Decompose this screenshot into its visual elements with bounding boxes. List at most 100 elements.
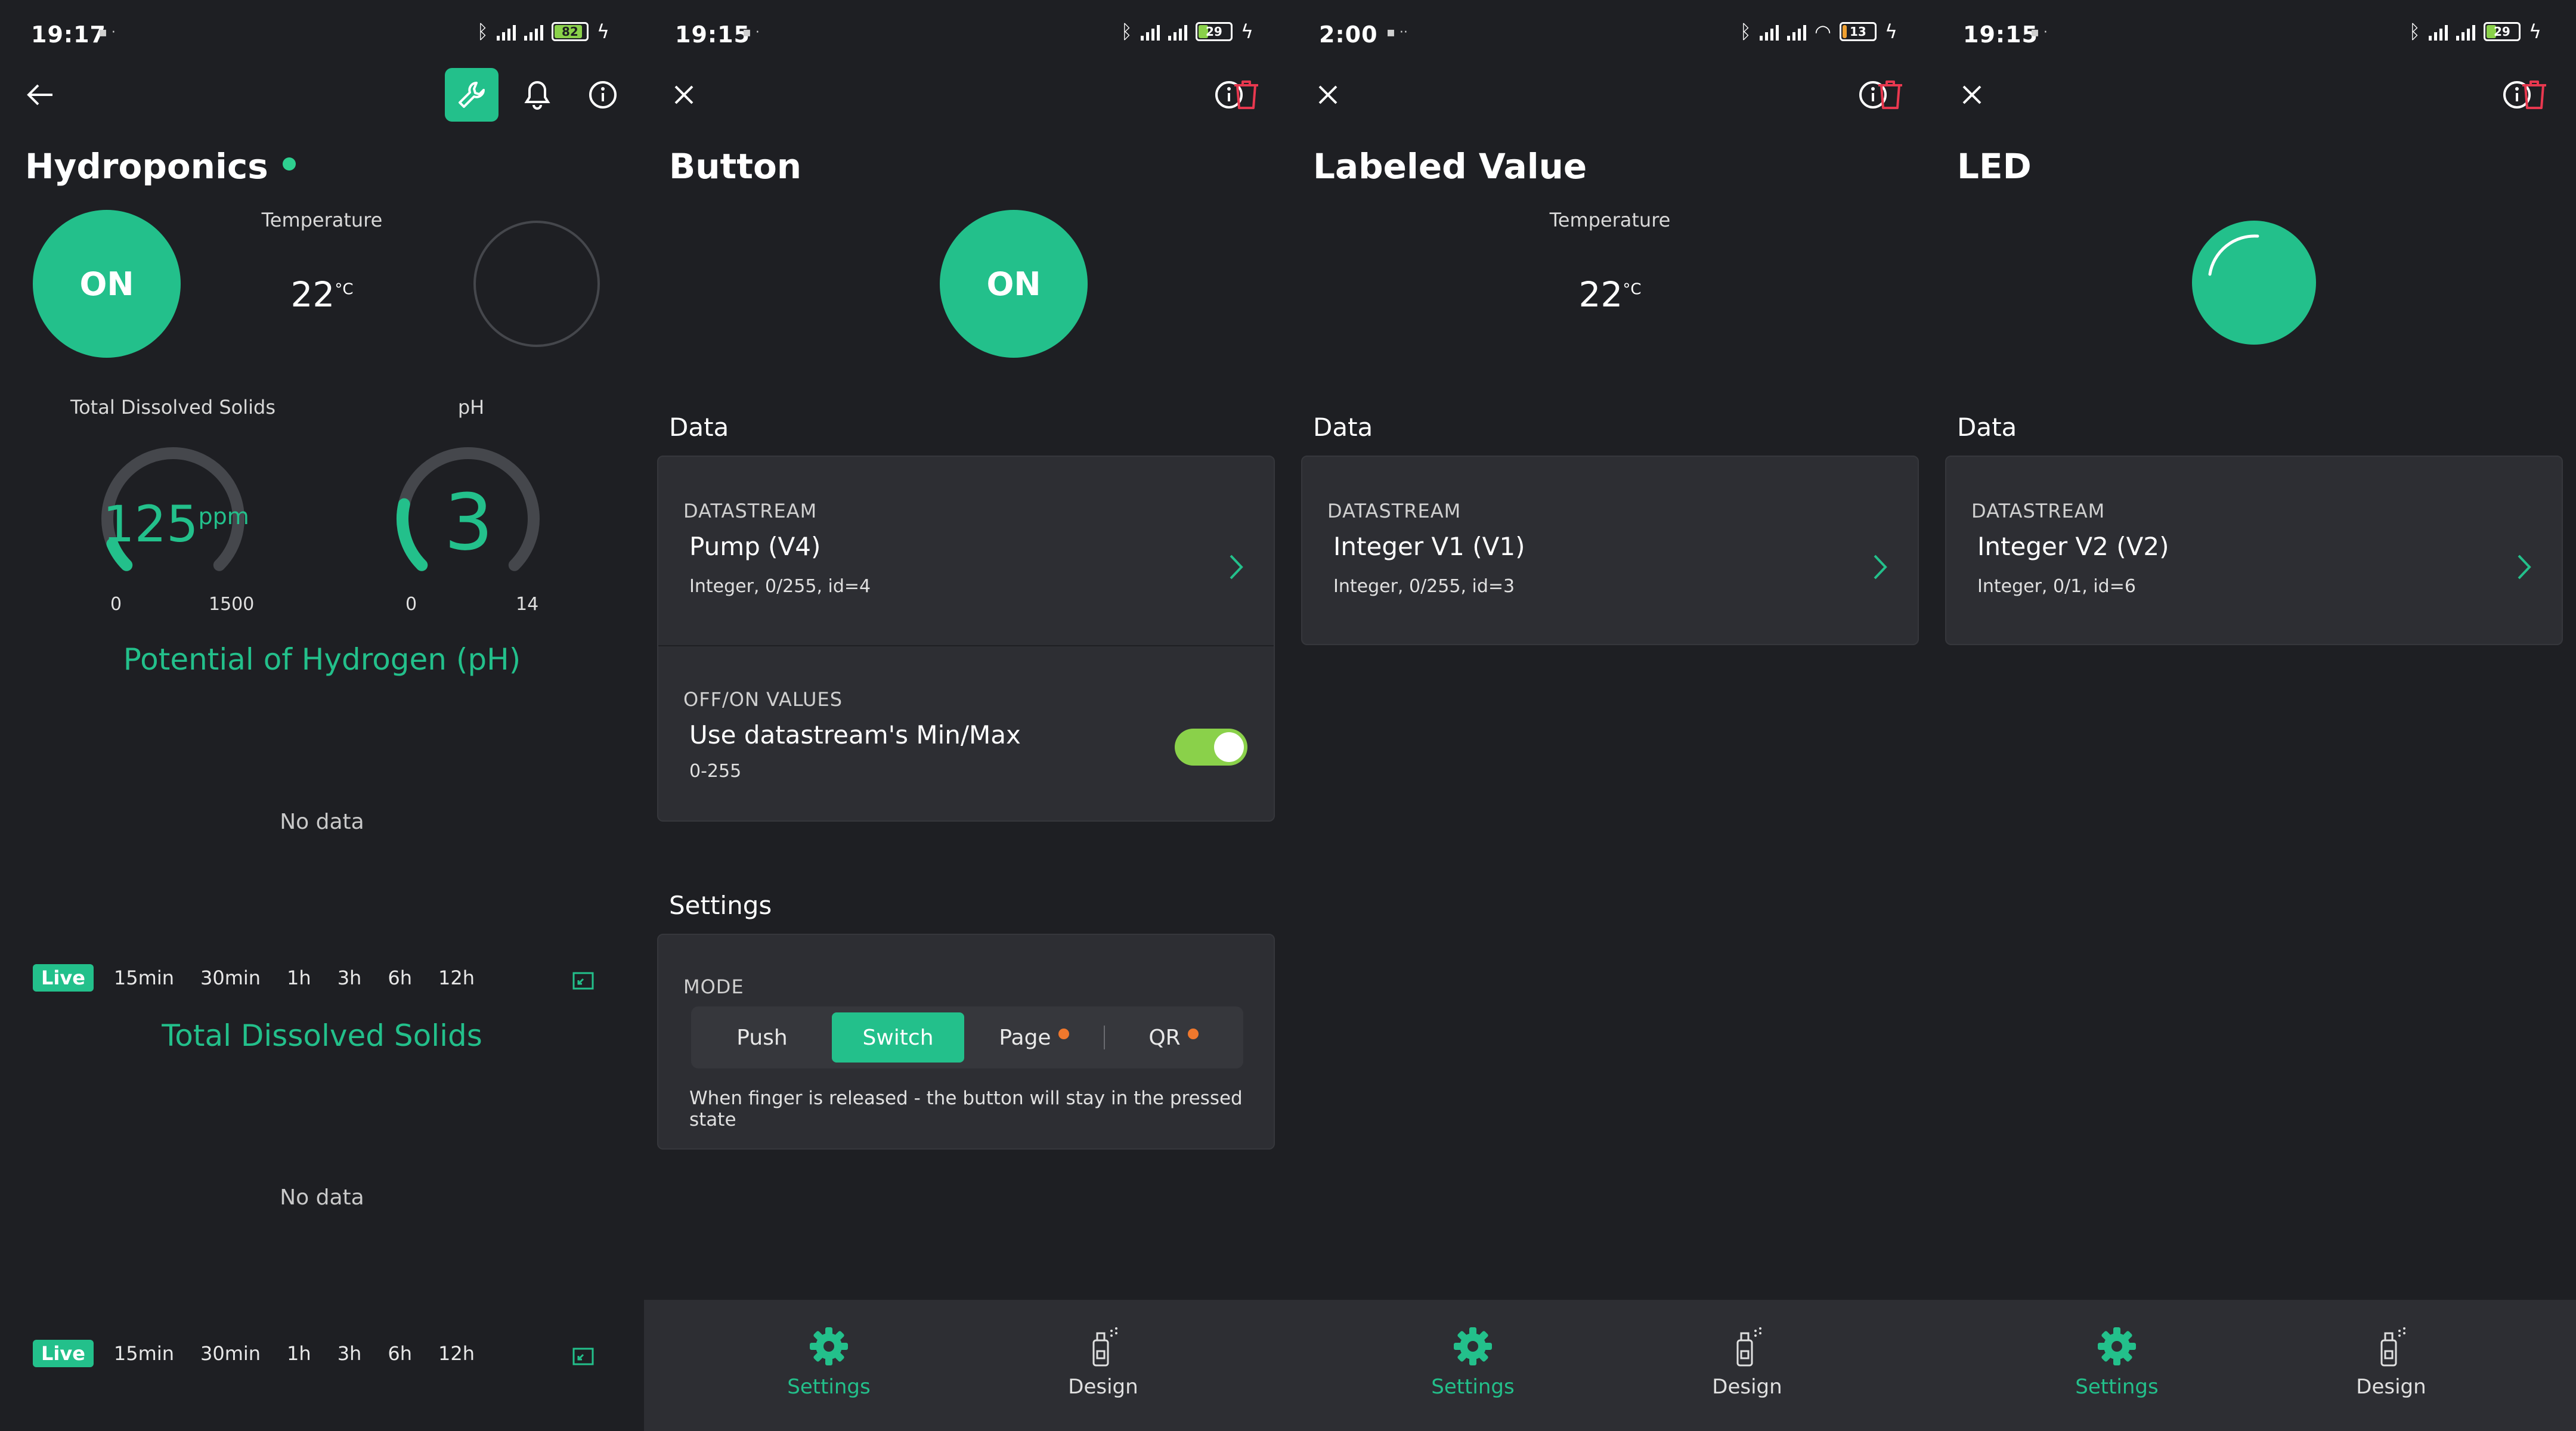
range-12h[interactable]: 12h — [438, 1342, 475, 1365]
button-preview[interactable]: ON — [940, 210, 1088, 358]
led-indicator — [473, 221, 600, 347]
tds-min: 0 — [110, 594, 122, 615]
notification-icon: ▪ ·· — [1386, 25, 1408, 40]
info-button[interactable] — [576, 68, 630, 122]
gear-icon — [1454, 1327, 1492, 1365]
mode-switch[interactable]: Switch — [832, 1012, 964, 1063]
spray-paint-icon — [1736, 1327, 1761, 1367]
range-live[interactable]: Live — [33, 964, 94, 992]
data-section-label: Data — [669, 413, 729, 442]
online-status-dot — [282, 157, 296, 171]
datastream-caption: DATASTREAM — [1327, 500, 1462, 522]
bluetooth-icon: ᛒ — [476, 20, 488, 43]
tds-value: 125ppm — [103, 495, 249, 553]
range-6h[interactable]: 6h — [388, 967, 412, 989]
range-30min[interactable]: 30min — [200, 967, 261, 989]
bluetooth-icon: ᛒ — [1120, 20, 1132, 43]
mode-push[interactable]: Push — [699, 1012, 825, 1063]
back-button[interactable] — [13, 68, 67, 122]
status-time: 19:15 — [1963, 21, 2038, 48]
mode-page[interactable]: Page — [971, 1012, 1097, 1063]
mode-hint: When finger is released - the button wil… — [689, 1088, 1243, 1130]
toggle-knob — [1214, 732, 1244, 762]
gauge-label-tds: Total Dissolved Solids — [70, 396, 275, 419]
notification-icon: ▪ · — [98, 25, 116, 40]
range-1h[interactable]: 1h — [287, 967, 311, 989]
mode-caption: MODE — [683, 975, 744, 998]
tab-settings[interactable]: Settings — [1407, 1300, 1538, 1431]
preview-label: Temperature — [1549, 209, 1671, 231]
close-icon — [1962, 85, 1981, 104]
datastream-row[interactable]: DATASTREAM Pump (V4) Integer, 0/255, id=… — [658, 457, 1274, 645]
range-15min[interactable]: 15min — [114, 1342, 174, 1365]
screens-row: 19:17 ▪ · ᛒ 82 ϟ Hydroponics ON Temperat… — [0, 0, 2576, 1431]
edit-mode-button[interactable] — [445, 68, 499, 122]
signal-icon — [2428, 23, 2448, 41]
minmax-toggle[interactable] — [1175, 729, 1247, 766]
trash-icon — [1878, 80, 1902, 109]
mode-qr[interactable]: QR — [1111, 1012, 1236, 1063]
system-icons: ᛒ 29 ϟ — [1121, 20, 1253, 43]
trash-icon — [1234, 80, 1258, 109]
trash-icon — [2522, 80, 2546, 109]
datastream-row[interactable]: DATASTREAM Integer V2 (V2) Integer, 0/1,… — [1945, 456, 2563, 645]
status-time: 19:17 — [31, 21, 106, 48]
notifications-button[interactable] — [510, 68, 564, 122]
range-3h[interactable]: 3h — [338, 1342, 362, 1365]
expand-chart-icon[interactable] — [572, 1348, 594, 1365]
chart-tds-time-range: Live 15min 30min 1h 3h 6h 12h — [33, 1339, 501, 1368]
range-30min[interactable]: 30min — [200, 1342, 261, 1365]
labeled-value-settings-screen: 2:00 ▪ ·· ᛒ ◠ 13 ϟ Labeled Value Tempera… — [1288, 0, 1932, 1431]
signal-icon-2 — [1787, 23, 1806, 41]
range-live[interactable]: Live — [33, 1340, 94, 1367]
spray-paint-icon — [2380, 1327, 2405, 1367]
range-3h[interactable]: 3h — [338, 967, 362, 989]
close-button[interactable] — [1945, 68, 1999, 122]
chevron-right-icon — [2518, 555, 2531, 580]
status-bar: 19:15 ▪ · ᛒ 29 ϟ — [644, 0, 1288, 66]
close-button[interactable] — [1301, 68, 1355, 122]
status-bar: 19:17 ▪ · ᛒ 82 ϟ — [0, 0, 644, 66]
bottom-tab-bar: Settings Design — [1288, 1300, 1932, 1431]
signal-icon — [496, 23, 516, 41]
range-12h[interactable]: 12h — [438, 967, 475, 989]
status-time: 19:15 — [675, 21, 750, 48]
led-shine-icon — [2208, 234, 2259, 276]
preview-value: 22°C — [1578, 274, 1642, 315]
chevron-right-icon — [1874, 555, 1887, 580]
tab-design[interactable]: Design — [1038, 1300, 1169, 1431]
pump-switch-button[interactable]: ON — [33, 210, 181, 358]
tab-design[interactable]: Design — [2326, 1300, 2457, 1431]
chart-ph-time-range: Live 15min 30min 1h 3h 6h 12h — [33, 963, 501, 993]
datastream-row[interactable]: DATASTREAM Integer V1 (V1) Integer, 0/25… — [1301, 456, 1919, 645]
battery-icon: 82 — [551, 22, 589, 41]
range-1h[interactable]: 1h — [287, 1342, 311, 1365]
spray-paint-icon — [1092, 1327, 1117, 1367]
bluetooth-icon: ᛒ — [1739, 20, 1751, 43]
tab-design[interactable]: Design — [1682, 1300, 1813, 1431]
card-divider — [658, 645, 1274, 646]
expand-chart-icon[interactable] — [572, 972, 594, 990]
charging-icon: ϟ — [1240, 20, 1253, 43]
gauge-label-ph: pH — [457, 396, 485, 419]
bluetooth-icon: ᛒ — [2408, 20, 2420, 43]
datastream-caption: DATASTREAM — [683, 500, 818, 522]
range-6h[interactable]: 6h — [388, 1342, 412, 1365]
battery-icon: 29 — [1195, 22, 1233, 41]
button-settings-screen: 19:15 ▪ · ᛒ 29 ϟ Button ON Data DATASTRE… — [644, 0, 1288, 1431]
ph-min: 0 — [405, 594, 417, 615]
range-15min[interactable]: 15min — [114, 967, 174, 989]
signal-icon-2 — [1168, 23, 1187, 41]
tab-settings[interactable]: Settings — [763, 1300, 894, 1431]
bottom-tab-bar: Settings Design — [1932, 1300, 2576, 1431]
wifi-icon: ◠ — [1814, 20, 1831, 43]
signal-icon — [1140, 23, 1160, 41]
close-button[interactable] — [657, 68, 711, 122]
tab-settings-label: Settings — [2075, 1375, 2159, 1399]
tab-settings[interactable]: Settings — [2051, 1300, 2182, 1431]
charging-icon: ϟ — [1884, 20, 1897, 43]
datastream-details: Integer, 0/255, id=4 — [689, 576, 871, 597]
close-icon — [674, 85, 693, 104]
led-settings-screen: 19:15 ▪ · ᛒ 29 ϟ LED Data DATASTREAM Int… — [1932, 0, 2576, 1431]
settings-section-label: Settings — [669, 891, 772, 920]
